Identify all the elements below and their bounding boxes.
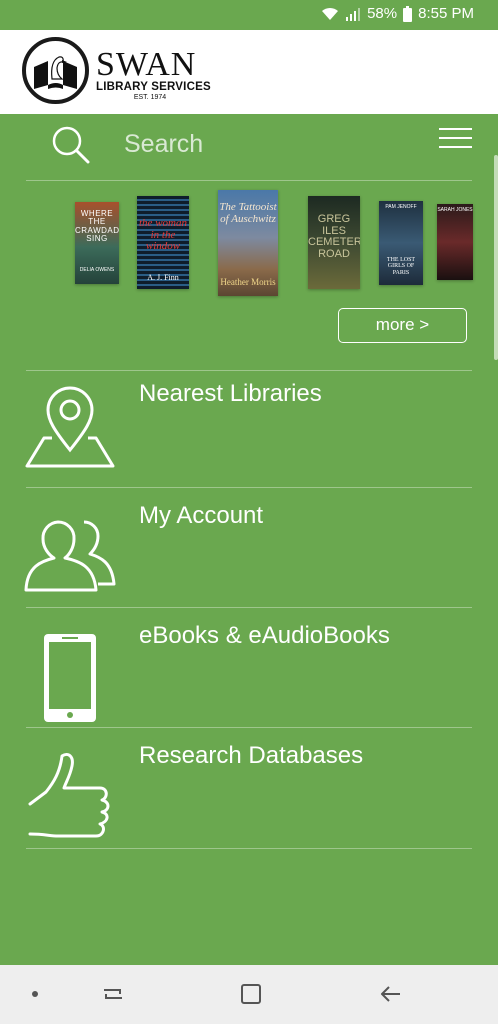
menu-item-nearest-libraries[interactable]: Nearest Libraries [0, 370, 498, 490]
thumbs-up-icon [28, 752, 110, 838]
book-cover-5[interactable]: PAM JENOFF THE LOST GIRLS OF PARIS [379, 201, 423, 285]
menu-item-my-account[interactable]: My Account [0, 492, 498, 612]
map-pin-icon [25, 386, 115, 468]
menu-item-research-databases[interactable]: Research Databases [0, 732, 498, 852]
phone-icon [44, 634, 96, 722]
book-cover-3[interactable]: The Tattooist of Auschwitz Heather Morri… [218, 190, 278, 296]
swan-logo-icon[interactable] [22, 37, 89, 104]
logo-title: SWAN [96, 46, 197, 83]
book-cover-6[interactable]: SARAH JONES [437, 204, 473, 280]
book-cover-4[interactable]: GREG ILES CEMETERY ROAD [308, 196, 360, 289]
users-icon [24, 520, 116, 592]
divider [26, 487, 472, 488]
divider [26, 727, 472, 728]
hamburger-menu-icon[interactable] [439, 128, 472, 150]
search-bar[interactable]: Search [0, 116, 498, 178]
logo-established: EST. 1974 [133, 94, 167, 101]
status-bar: 58% 8:55 PM [0, 0, 498, 30]
battery-icon [403, 5, 413, 22]
home-icon[interactable] [238, 981, 264, 1007]
divider [26, 607, 472, 608]
wifi-icon [322, 7, 339, 20]
menu-label: My Account [139, 502, 264, 529]
back-icon[interactable] [378, 981, 404, 1007]
book-carousel[interactable]: WHERE THE CRAWDADS SING DELIA OWENS the … [0, 182, 498, 307]
logo-subtitle: LIBRARY SERVICES [96, 81, 211, 93]
menu-label: Nearest Libraries [139, 380, 322, 407]
divider [26, 180, 472, 181]
logo-wordmark: SWAN LIBRARY SERVICES EST. 1974 [96, 46, 211, 102]
battery-percent: 58% [367, 5, 398, 22]
scrollbar[interactable] [494, 155, 498, 360]
signal-icon [346, 7, 361, 21]
menu-label: Research Databases [139, 742, 364, 769]
dot-icon[interactable] [22, 981, 48, 1007]
search-input[interactable]: Search [124, 130, 203, 159]
system-nav-bar [0, 965, 498, 1024]
app-header: SWAN LIBRARY SERVICES EST. 1974 [0, 30, 498, 114]
menu-item-ebooks[interactable]: eBooks & eAudioBooks [0, 612, 498, 732]
book-cover-1[interactable]: WHERE THE CRAWDADS SING DELIA OWENS [75, 202, 119, 284]
divider [26, 848, 472, 849]
menu-label: eBooks & eAudioBooks [139, 622, 390, 649]
search-icon[interactable] [50, 124, 90, 164]
recent-apps-icon[interactable] [100, 981, 126, 1007]
more-books-button[interactable]: more > [338, 308, 467, 343]
book-cover-2[interactable]: the woman in the window A. J. Finn [137, 196, 189, 289]
clock: 8:55 PM [418, 5, 474, 22]
